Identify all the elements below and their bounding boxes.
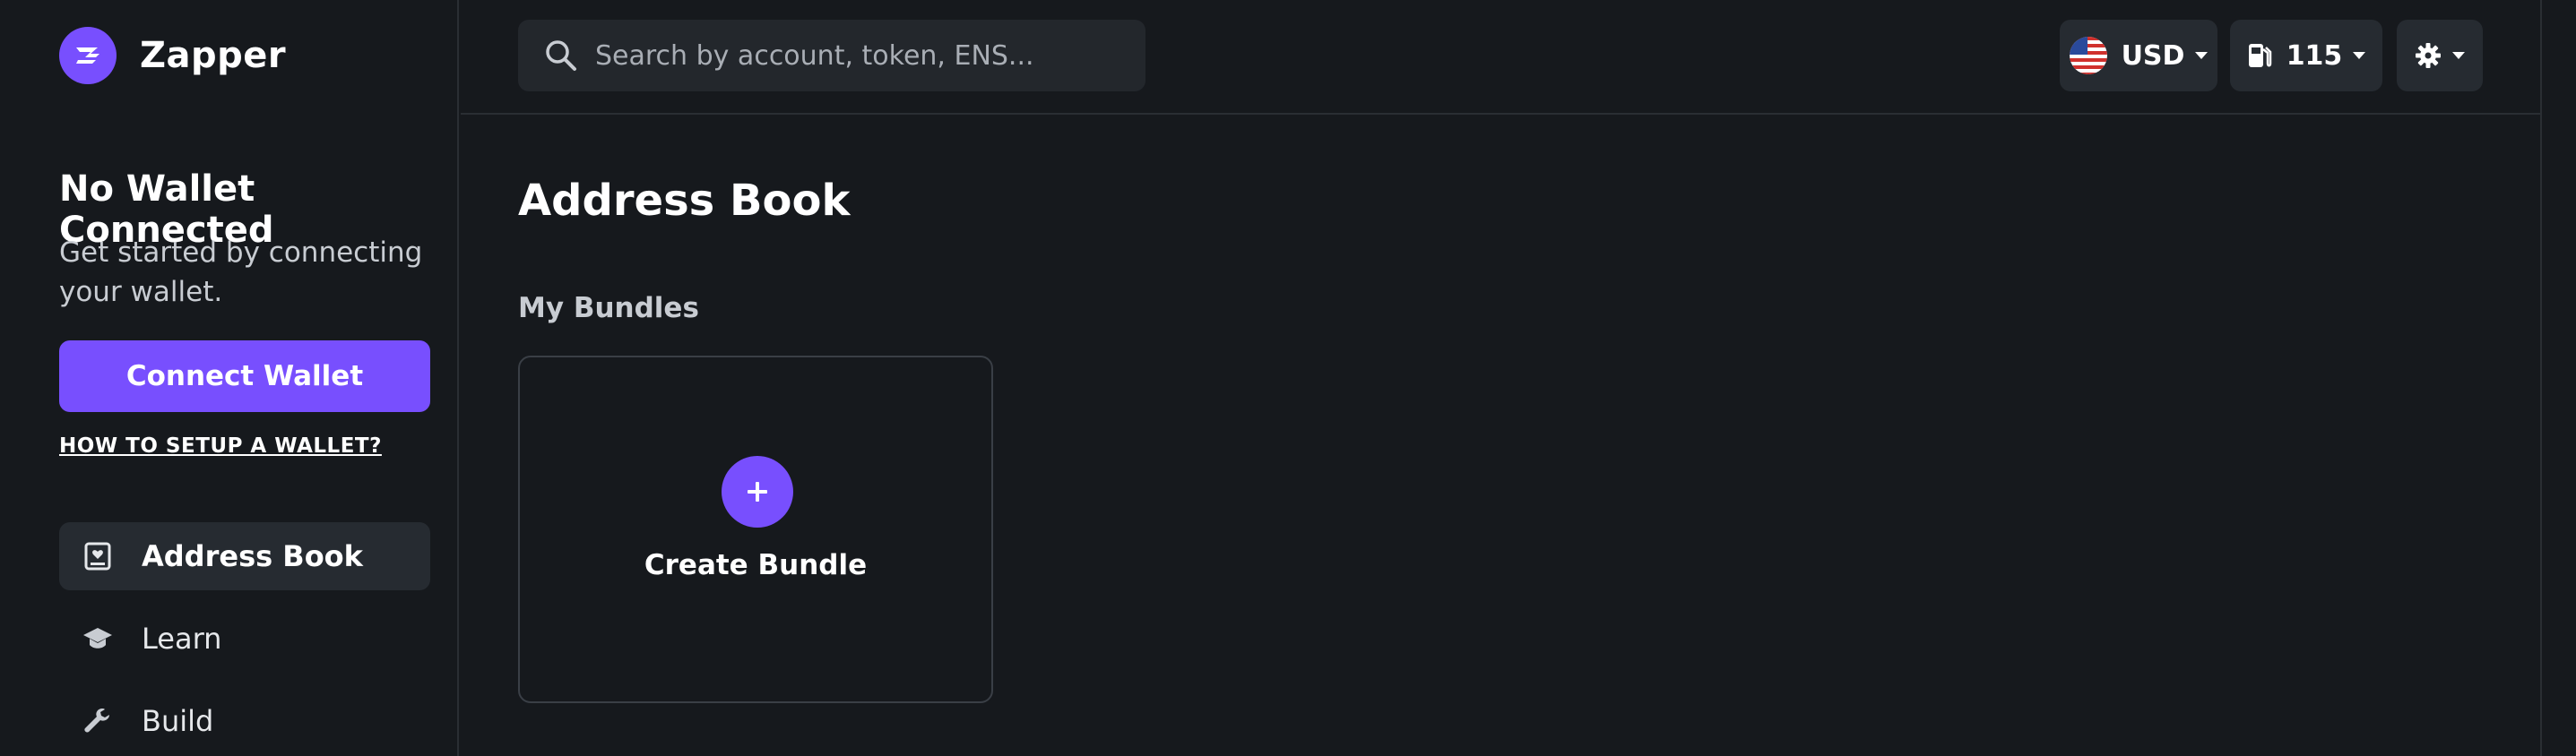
currency-label: USD <box>2121 39 2185 72</box>
brand-name: Zapper <box>140 35 287 76</box>
content-divider <box>2540 0 2542 756</box>
sidebar-item-label: Build <box>142 704 214 738</box>
page-title: Address Book <box>518 176 851 226</box>
chevron-down-icon <box>2353 52 2366 59</box>
sidebar-item-build[interactable]: Build <box>59 687 430 755</box>
us-flag-icon <box>2069 37 2107 74</box>
plus-icon <box>722 456 793 528</box>
chevron-down-icon <box>2452 52 2465 59</box>
brand[interactable]: Zapper <box>59 27 286 84</box>
sidebar-item-learn[interactable]: Learn <box>59 605 430 673</box>
app-root: Zapper No Wallet Connected Get started b… <box>0 0 2576 756</box>
address-book-icon <box>82 541 113 571</box>
sidebar-item-address-book[interactable]: Address Book <box>59 522 430 590</box>
wallet-status-description: Get started by connecting your wallet. <box>59 236 423 308</box>
sidebar-item-label: Learn <box>142 622 222 656</box>
sidebar-item-label: Address Book <box>142 539 363 573</box>
graduation-cap-icon <box>82 623 113 654</box>
search-input[interactable] <box>595 39 1145 72</box>
currency-selector[interactable]: USD <box>2060 20 2217 91</box>
create-bundle-label: Create Bundle <box>644 549 868 581</box>
sidebar: Zapper No Wallet Connected Get started b… <box>0 0 459 756</box>
top-header: USD 115 <box>461 0 2540 115</box>
search-icon <box>546 40 576 71</box>
gear-icon <box>2415 42 2442 69</box>
settings-button[interactable] <box>2397 20 2483 91</box>
chevron-down-icon <box>2195 52 2209 59</box>
create-bundle-card[interactable]: Create Bundle <box>518 356 993 703</box>
zapper-logo-icon <box>59 27 117 84</box>
gas-price-selector[interactable]: 115 <box>2230 20 2382 91</box>
wrench-icon <box>82 706 113 736</box>
gas-pump-icon <box>2247 42 2272 69</box>
gas-price-value: 115 <box>2286 39 2343 72</box>
how-to-setup-wallet-link[interactable]: HOW TO SETUP A WALLET? <box>59 434 382 458</box>
search-bar[interactable] <box>518 20 1145 91</box>
connect-wallet-button[interactable]: Connect Wallet <box>59 340 430 412</box>
section-title-my-bundles: My Bundles <box>518 292 699 324</box>
